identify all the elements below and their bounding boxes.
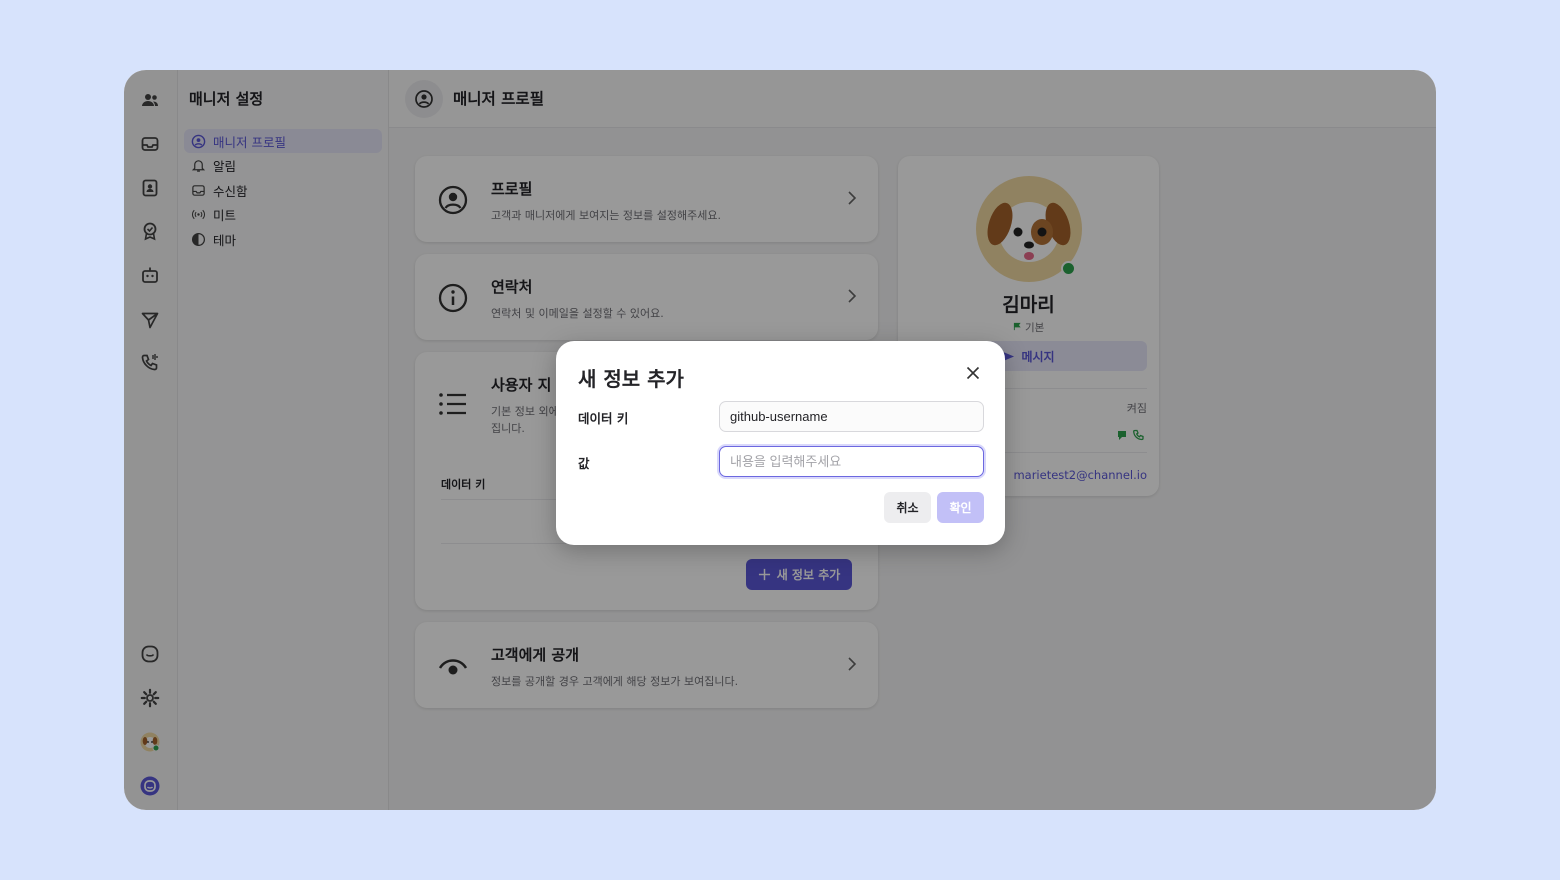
value-label: 값 [578,456,590,471]
value-input[interactable] [719,446,984,477]
dialog-title: 새 정보 추가 [578,367,684,391]
close-icon[interactable] [963,363,983,383]
confirm-button[interactable]: 확인 [937,492,984,523]
cancel-button[interactable]: 취소 [884,492,931,523]
add-info-dialog: 새 정보 추가 데이터 키 값 취소 확인 [556,341,1005,545]
data-key-label: 데이터 키 [578,411,629,426]
data-key-input[interactable] [719,401,984,432]
